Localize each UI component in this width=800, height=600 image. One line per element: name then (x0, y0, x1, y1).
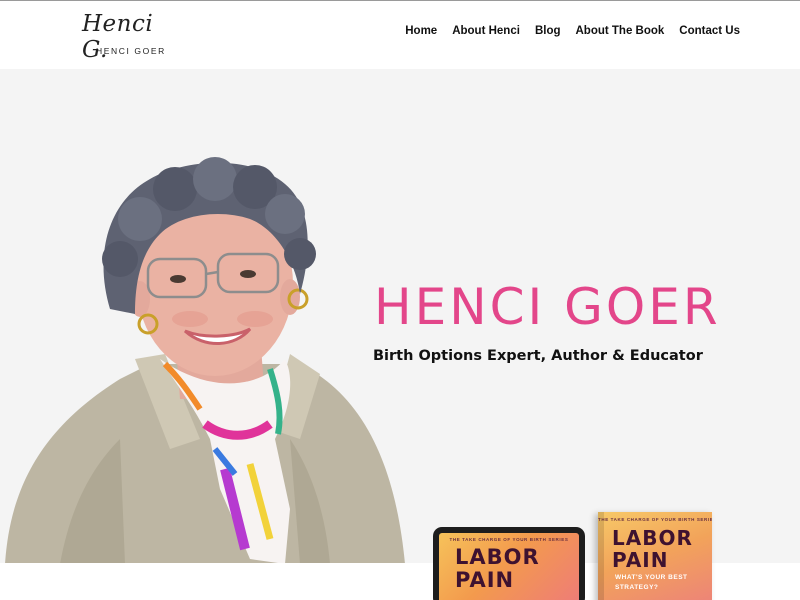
ebook-title-line2: PAIN (455, 568, 515, 592)
book-title-line2: PAIN (612, 548, 669, 572)
nav-about-henci[interactable]: About Henci (452, 25, 520, 37)
nav-blog[interactable]: Blog (535, 25, 561, 37)
nav-about-the-book[interactable]: About The Book (576, 25, 665, 37)
author-portrait (5, 157, 405, 563)
ebook-tablet[interactable]: THE TAKE CHARGE OF YOUR BIRTH SERIES LAB… (433, 527, 585, 600)
ebook-title-line1: LABOR (455, 545, 540, 569)
logo-name: HENCI GOER (96, 46, 166, 56)
nav-contact-us[interactable]: Contact Us (679, 25, 740, 37)
main-nav: Home About Henci Blog About The Book Con… (405, 25, 740, 37)
book-spine (598, 512, 604, 600)
hero-section: HENCI GOER Birth Options Expert, Author … (0, 69, 800, 563)
book-series-label: THE TAKE CHARGE OF YOUR BIRTH SERIES (598, 517, 712, 522)
site-header: Henci G. HENCI GOER Home About Henci Blo… (0, 0, 800, 69)
hero-title: HENCI GOER (374, 278, 721, 336)
print-book[interactable]: THE TAKE CHARGE OF YOUR BIRTH SERIES LAB… (598, 512, 712, 600)
book-tagline-line2: STRATEGY? (615, 584, 659, 591)
book-tagline-line1: WHAT'S YOUR BEST (615, 574, 688, 581)
book-title-line1: LABOR (612, 526, 693, 550)
hero-subtitle: Birth Options Expert, Author & Educator (373, 348, 703, 364)
ebook-cover: THE TAKE CHARGE OF YOUR BIRTH SERIES LAB… (439, 533, 579, 600)
ebook-series-label: THE TAKE CHARGE OF YOUR BIRTH SERIES (449, 537, 569, 542)
nav-home[interactable]: Home (405, 25, 437, 37)
site-logo[interactable]: Henci G. HENCI GOER (80, 11, 170, 63)
